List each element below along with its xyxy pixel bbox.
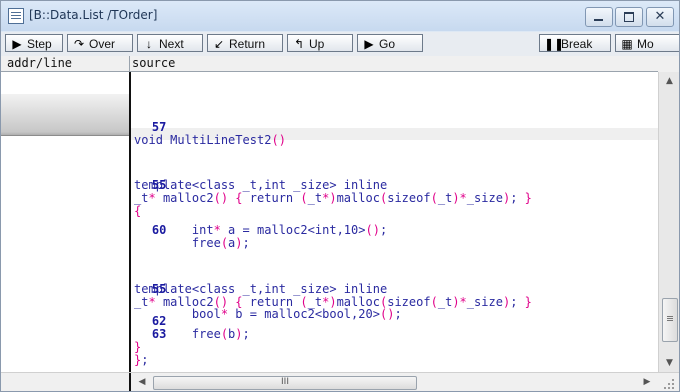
source-code: };	[134, 353, 149, 367]
listing-row[interactable]: 60 free(a);	[1, 211, 250, 250]
data-list-window: [B::Data.List /TOrder] ✕ ▶ Step ↷ Over ↓ Ne…	[0, 0, 680, 392]
listing-row[interactable]: template<class _t,int _size> inline	[1, 153, 387, 192]
title-bar: [B::Data.List /TOrder] ✕	[1, 1, 679, 31]
mode-button[interactable]: ▦ Mo	[615, 34, 679, 52]
horizontal-scroll-thumb[interactable]: III	[153, 376, 417, 390]
source-code: bool* b = malloc2<bool,20>();	[191, 307, 402, 321]
scroll-right-arrow-icon[interactable]: ▶	[639, 373, 655, 391]
vertical-scrollbar[interactable]: ▲ ▼	[658, 72, 679, 372]
vertical-scroll-thumb[interactable]	[662, 298, 678, 342]
listing-row[interactable]: int* a = malloc2<int,10>();	[1, 198, 387, 237]
step-over-button[interactable]: ↷ Over	[67, 34, 133, 52]
close-icon: ✕	[654, 9, 666, 24]
listing-row[interactable]: template<class _t,int _size> inline	[1, 257, 387, 296]
listing-row[interactable]: 62 free(b);	[1, 302, 250, 341]
addr-line-column-header[interactable]: addr/line	[7, 56, 72, 71]
pause-icon: ❚❚	[544, 37, 565, 51]
next-arrow-icon: ↓	[146, 37, 152, 51]
listing-row[interactable]: 57 void MultiLineTest2()	[1, 108, 286, 147]
debug-toolbar: ▶ Step ↷ Over ↓ Next ↙ Return ↰ Up ▶ Go ❚❚Brea…	[1, 32, 679, 56]
up-arrow-icon: ↰	[293, 37, 305, 51]
line-number: 63	[151, 327, 167, 341]
maximize-button[interactable]	[615, 7, 643, 27]
column-header: addr/line source	[1, 56, 679, 72]
listing-row[interactable]: {	[1, 179, 141, 218]
window-list-icon	[8, 8, 24, 24]
resize-corner[interactable]	[659, 373, 679, 391]
source-code: {	[134, 204, 142, 218]
source-code: void MultiLineTest2()	[134, 133, 286, 147]
scroll-down-arrow-icon[interactable]: ▼	[659, 354, 679, 372]
source-listing[interactable]: 57 void MultiLineTest2() template<class …	[1, 72, 658, 372]
scroll-up-arrow-icon[interactable]: ▲	[659, 72, 679, 90]
grip-icon	[667, 316, 673, 317]
step-over-icon: ↷	[73, 37, 85, 51]
minimize-button[interactable]	[585, 7, 613, 27]
step-button[interactable]: ▶ Step	[5, 34, 63, 52]
break-button[interactable]: ❚❚Break	[539, 34, 611, 52]
listing-row[interactable]: bool* b = malloc2<bool,20>();	[1, 282, 402, 321]
mode-icon: ▦	[621, 37, 633, 51]
listing-row[interactable]: 63 }	[1, 315, 166, 354]
return-arrow-icon: ↙	[213, 37, 225, 51]
source-code: _t* malloc2() { return (_t*)malloc(sizeo…	[134, 191, 532, 205]
scroll-left-arrow-icon[interactable]: ◀	[134, 373, 150, 391]
column-divider[interactable]	[129, 56, 130, 72]
maximize-icon	[624, 12, 634, 22]
source-code: free(a);	[191, 236, 250, 250]
go-triangle-icon: ▶	[364, 37, 374, 51]
next-button[interactable]: ↓ Next	[137, 34, 203, 52]
window-title: [B::Data.List /TOrder]	[29, 8, 158, 22]
go-button[interactable]: ▶ Go	[357, 34, 423, 52]
source-column-header[interactable]: source	[132, 56, 175, 71]
listing-row[interactable]: };	[1, 328, 148, 367]
step-icon: ▶	[12, 37, 22, 51]
up-button[interactable]: ↰ Up	[287, 34, 353, 52]
minimize-icon	[594, 19, 603, 21]
close-button[interactable]: ✕	[646, 7, 674, 27]
horizontal-scrollbar[interactable]: ◀ III ▶	[1, 372, 679, 391]
return-button[interactable]: ↙ Return	[207, 34, 283, 52]
pane-divider[interactable]	[129, 373, 131, 391]
gutter-scroll-area	[1, 373, 129, 391]
size-grip-icon[interactable]	[664, 379, 674, 389]
listing-row[interactable]: 55 _t* malloc2() { return (_t*)malloc(si…	[1, 166, 532, 205]
